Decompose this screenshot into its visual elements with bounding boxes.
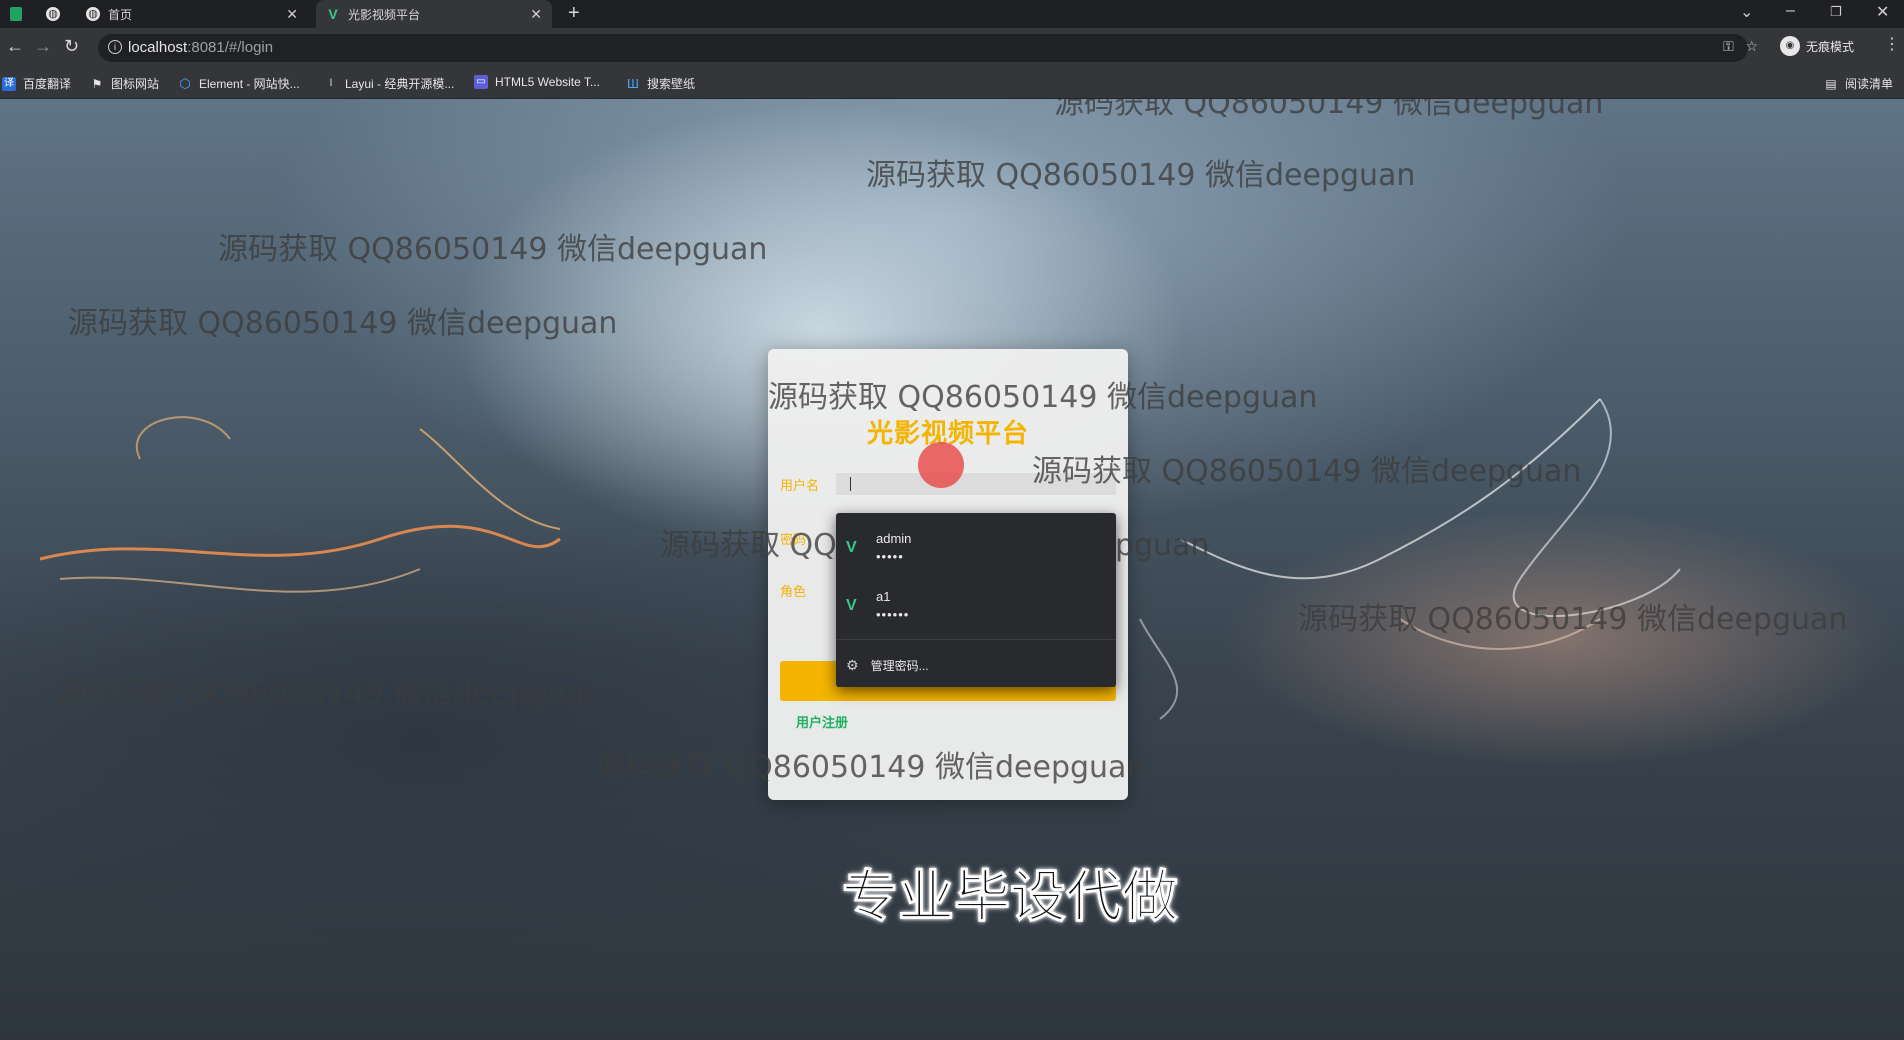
gear-icon: ⚙ <box>846 657 859 673</box>
manage-passwords-item[interactable]: ⚙ 管理密码... <box>846 657 929 674</box>
key-icon[interactable]: ⚿ <box>1723 38 1734 54</box>
video-caption: 专业毕设代做 <box>842 865 1179 931</box>
restore-button[interactable]: ❐ <box>1830 4 1842 20</box>
vue-icon: V <box>846 597 857 614</box>
more-menu-icon[interactable]: ⋮ <box>1884 34 1900 54</box>
forward-button[interactable]: → <box>34 36 52 57</box>
tab-home-title: 首页 <box>108 7 133 22</box>
watermark-text: 源码获取 QQ86050149 微信deepguan <box>54 676 604 711</box>
bookmark-icon-site[interactable]: ⚑ 图标网站 <box>90 75 159 92</box>
globe-icon: ◍ <box>46 7 60 21</box>
autofill-item[interactable]: V a1 •••••• <box>836 583 1116 637</box>
close-window-button[interactable]: ✕ <box>1876 2 1889 22</box>
click-indicator <box>918 442 964 488</box>
watermark-text: 源码获取 QQ86050149 微信deepguan <box>1032 454 1582 489</box>
app-grid-icon <box>10 7 22 21</box>
url-text: localhost:8081/#/login <box>128 39 274 56</box>
hexagon-icon: ⬡ <box>179 75 191 91</box>
autofill-password-mask: ••••• <box>876 549 904 564</box>
tab-home[interactable]: ◍ 首页 ✕ <box>76 0 308 28</box>
incognito-badge[interactable]: ◉ 无痕模式 <box>1780 36 1854 56</box>
tab-video-platform[interactable]: V 光影视频平台 ✕ <box>316 0 552 28</box>
tab-blank[interactable]: ◍ <box>36 0 76 28</box>
autofill-username: admin <box>876 531 912 546</box>
vue-icon: V <box>328 6 338 22</box>
tab-video-platform-title: 光影视频平台 <box>348 7 421 22</box>
translate-icon: 译 <box>2 76 16 91</box>
vue-icon: V <box>846 539 857 556</box>
reading-list-button[interactable]: ▤ 阅读清单 <box>1824 75 1893 92</box>
reload-button[interactable]: ↻ <box>64 36 79 57</box>
html5-icon: ▭ <box>474 75 488 89</box>
new-tab-button[interactable]: + <box>568 2 580 25</box>
bookmark-wallpaper[interactable]: Ш 搜索壁纸 <box>626 75 695 92</box>
globe-icon: ◍ <box>86 7 100 21</box>
watermark-text: 源码获取 QQ86050149 微信deepguan <box>1298 602 1848 637</box>
toolbar: ← → ↻ i localhost:8081/#/login ⚿ ☆ ◉ 无痕模… <box>0 28 1904 68</box>
flag-icon: ⚑ <box>91 76 103 91</box>
bookmarks-bar: 译百度翻译 ⚑ 图标网站 ⬡ Element - 网站快... l Layui - 经… <box>0 68 1904 99</box>
wallpaper-icon: Ш <box>627 75 639 91</box>
register-link[interactable]: 用户注册 <box>796 712 848 731</box>
watermark-text: 源码获取 QQ86050149 微信deepguan <box>1054 99 1604 121</box>
text-caret <box>850 477 851 491</box>
watermark-text: 源码获取 QQ86050149 微信deepguan <box>866 158 1416 193</box>
site-info-icon[interactable]: i <box>108 40 122 54</box>
username-label: 用户名 <box>780 479 820 494</box>
tab-strip: ◍ ◍ 首页 ✕ V 光影视频平台 ✕ + ⌄ – ❐ ✕ <box>0 0 1904 28</box>
autofill-item[interactable]: V admin ••••• <box>836 525 1116 579</box>
minimize-button[interactable]: – <box>1786 2 1795 20</box>
star-icon[interactable]: ☆ <box>1745 38 1758 54</box>
password-autofill-dropdown: V admin ••••• V a1 •••••• ⚙ 管理密码... <box>836 513 1116 687</box>
manage-passwords-label: 管理密码... <box>870 659 929 673</box>
tab-close-icon[interactable]: ✕ <box>530 6 542 23</box>
reading-list-icon: ▤ <box>1825 76 1837 91</box>
layui-icon: l <box>329 77 333 89</box>
bookmark-element[interactable]: ⬡ Element - 网站快... <box>178 75 299 92</box>
divider <box>836 639 1116 640</box>
tab-close-icon[interactable]: ✕ <box>286 6 298 23</box>
incognito-icon: ◉ <box>1780 36 1800 56</box>
autofill-password-mask: •••••• <box>876 607 910 622</box>
watermark-text: 源码获取 QQ86050149 微信deepguan <box>768 380 1318 415</box>
role-label: 角色 <box>780 585 807 600</box>
tab-search-icon[interactable]: ⌄ <box>1740 2 1753 22</box>
watermark-text: 源码获取 QQ86050149 微信deepguan <box>596 750 1146 785</box>
bookmark-baidu-translate[interactable]: 译百度翻译 <box>2 75 71 92</box>
incognito-label: 无痕模式 <box>1806 39 1855 54</box>
back-button[interactable]: ← <box>6 36 24 57</box>
watermark-text: 源码获取 QQ86050149 微信deepguan <box>218 232 768 267</box>
watermark-text: 源码获取 QQ86050149 微信deepguan <box>68 306 618 341</box>
autofill-username: a1 <box>876 589 891 604</box>
tab-pinned-app[interactable] <box>6 0 30 28</box>
bookmark-html5[interactable]: ▭ HTML5 Website T... <box>474 75 600 89</box>
bookmark-layui[interactable]: l Layui - 经典开源模... <box>324 75 454 92</box>
address-bar[interactable]: i localhost:8081/#/login ⚿ ☆ <box>98 34 1758 62</box>
